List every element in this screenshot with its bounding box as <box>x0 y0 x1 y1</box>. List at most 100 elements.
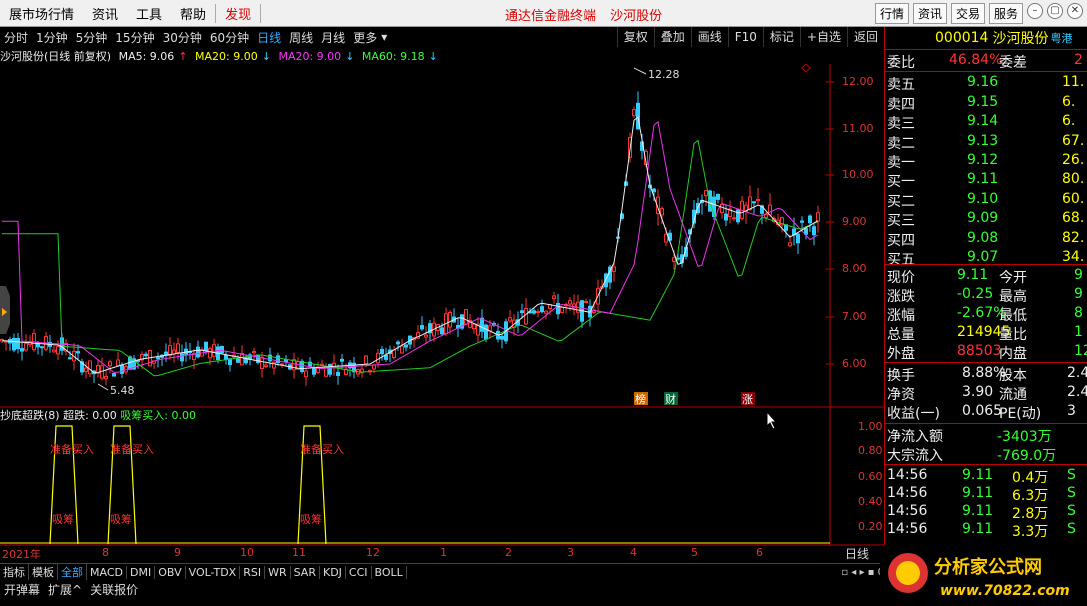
period-15min[interactable]: 15分钟 <box>111 29 158 46</box>
high-pointer <box>633 67 647 75</box>
tab-obv[interactable]: OBV <box>155 565 186 579</box>
stat-row[interactable]: 总量 214945 量比 1 <box>887 324 1087 343</box>
tab-vol-tdx[interactable]: VOL-TDX <box>186 565 241 579</box>
bid-row[interactable]: 买四 9.08 82. <box>887 229 1087 249</box>
flow-row[interactable]: 大宗流入 -769.0万 <box>887 445 1087 464</box>
candle-body <box>116 359 120 366</box>
danmu-button[interactable]: 开弹幕 <box>0 581 44 598</box>
ask-row[interactable]: 卖二 9.13 67. <box>887 133 1087 152</box>
candle-body <box>380 348 384 355</box>
tick-row[interactable]: 14:56 9.11 3.3万 S <box>887 521 1087 540</box>
tab-boll[interactable]: BOLL <box>372 565 407 579</box>
related-quote-button[interactable]: 关联报价 <box>86 581 142 598</box>
tick-time: 14:56 <box>887 467 928 483</box>
trade-button[interactable]: 交易 <box>950 3 985 24</box>
tick-row[interactable]: 14:56 9.11 0.4万 S <box>887 467 1087 486</box>
menu-item-discover[interactable]: 发现 <box>215 3 262 23</box>
tick-price: 9.11 <box>962 521 994 537</box>
tick-row[interactable]: 14:56 9.11 6.3万 S <box>887 485 1087 504</box>
fin-row[interactable]: 收益(一) 0.065 PE(动) 3 <box>887 403 1087 422</box>
candle-body <box>236 358 240 363</box>
fin-row[interactable]: 净资 3.90 流通 2.4 <box>887 384 1087 403</box>
minimize-icon[interactable]: – <box>1027 3 1043 19</box>
period-daily[interactable]: 日线 <box>253 29 285 46</box>
stat-row[interactable]: 涨跌 -0.25 最高 9 <box>887 286 1087 305</box>
period-monthly[interactable]: 月线 <box>317 29 349 46</box>
menu-item-market[interactable]: 展市场行情 <box>0 4 83 23</box>
fin-label: 流通 <box>999 387 1027 403</box>
expand-left-icon[interactable] <box>0 286 10 334</box>
tab-sar[interactable]: SAR <box>291 565 320 579</box>
tab-rsi[interactable]: RSI <box>240 565 266 579</box>
indicator-name[interactable]: 抄底超跌(8) <box>0 409 60 422</box>
chevron-down-icon[interactable]: ▾ <box>381 30 387 44</box>
price-label: 11.00 <box>842 122 874 135</box>
period-60min[interactable]: 60分钟 <box>206 29 253 46</box>
news-button[interactable]: 资讯 <box>912 3 947 24</box>
fin-label: 换手 <box>887 368 915 384</box>
price-label: 6.00 <box>842 357 867 370</box>
weicha-label: 委差 <box>999 55 1027 71</box>
candle-body <box>52 349 56 353</box>
expand-button[interactable]: 扩展^ <box>44 581 86 598</box>
tab-dmi[interactable]: DMI <box>127 565 156 579</box>
restore-icon[interactable]: ▢ <box>1047 3 1063 19</box>
tab-macd[interactable]: MACD <box>87 565 127 579</box>
candle-body <box>284 359 288 363</box>
menu-item-news[interactable]: 资讯 <box>83 4 127 23</box>
fin-value: 0.065 <box>962 403 1003 419</box>
scroll-controls[interactable]: ▫ ◂ ▸ ▪ 0 <box>841 567 884 578</box>
ask-volume: 6. <box>1062 93 1076 110</box>
candle-body <box>156 357 160 360</box>
region-tag[interactable]: 粤港 <box>1050 30 1072 46</box>
stat-row[interactable]: 外盘 88503内盘 126 <box>887 343 1087 362</box>
period-30min[interactable]: 30分钟 <box>159 29 206 46</box>
period-weekly[interactable]: 周线 <box>285 29 317 46</box>
period-more[interactable]: 更多 <box>349 29 381 46</box>
flow-row[interactable]: 净流入额 -3403万 <box>887 426 1087 445</box>
service-button[interactable]: 服务 <box>988 3 1023 24</box>
bid-row[interactable]: 买二 9.10 60. <box>887 191 1087 210</box>
bottom-period-label[interactable]: 日线 <box>845 545 869 562</box>
tab-cci[interactable]: CCI <box>346 565 372 579</box>
bid-price: 9.08 <box>967 229 999 246</box>
quote-button[interactable]: 行情 <box>874 3 909 24</box>
tab-template[interactable]: 模板 <box>29 564 58 580</box>
ask-row[interactable]: 卖一 9.12 26. <box>887 152 1087 171</box>
period-1min[interactable]: 1分钟 <box>32 29 72 46</box>
period-5min[interactable]: 5分钟 <box>72 29 112 46</box>
back-button[interactable]: 返回 <box>846 27 884 47</box>
period-timeshare[interactable]: 分时 <box>0 29 32 46</box>
close-icon[interactable]: ✕ <box>1067 3 1083 19</box>
candle-body <box>500 335 504 340</box>
stat-row[interactable]: 现价 9.11 今开 9 <box>887 267 1087 286</box>
ask-row[interactable]: 卖五 9.16 11. <box>887 74 1087 93</box>
bid-row[interactable]: 买一 9.11 80. <box>887 171 1087 190</box>
tab-indicator[interactable]: 指标 <box>0 564 29 580</box>
stat-row[interactable]: 涨幅 -2.67% 最低 8 <box>887 305 1087 324</box>
fin-row[interactable]: 换手 8.88% 股本 2.4 <box>887 365 1087 384</box>
candle-body <box>652 188 656 193</box>
overlay-button[interactable]: 叠加 <box>653 27 691 47</box>
menu-item-help[interactable]: 帮助 <box>171 4 215 23</box>
f10-button[interactable]: F10 <box>727 27 763 47</box>
ask-row[interactable]: 卖四 9.15 6. <box>887 93 1087 113</box>
price-label: 10.00 <box>842 168 874 181</box>
tab-wr[interactable]: WR <box>265 565 291 579</box>
menu-item-tools[interactable]: 工具 <box>127 4 171 23</box>
tick-row[interactable]: 14:56 9.11 2.8万 S <box>887 503 1087 522</box>
candle-body <box>396 341 400 345</box>
draw-line-button[interactable]: 画线 <box>690 27 728 47</box>
stock-name: 沙河股份 <box>992 31 1049 47</box>
bid-row[interactable]: 买三 9.09 68. <box>887 210 1087 229</box>
mark-button[interactable]: 标记 <box>762 27 800 47</box>
add-watchlist-button[interactable]: +自选 <box>799 27 847 47</box>
weibi-value: 46.84% <box>949 52 1003 68</box>
kline-chart[interactable]: 12.28 5.48 榜 财 涨 准备买入 准备买入 准备买入 吸筹 吸筹 吸筹 <box>0 64 884 546</box>
candle-body <box>540 306 544 313</box>
tab-all[interactable]: 全部 <box>58 564 87 580</box>
diamond-icon[interactable] <box>801 64 811 73</box>
fuquan-button[interactable]: 复权 <box>616 27 654 47</box>
tab-kdj[interactable]: KDJ <box>320 565 346 579</box>
ask-row[interactable]: 卖三 9.14 6. <box>887 113 1087 132</box>
